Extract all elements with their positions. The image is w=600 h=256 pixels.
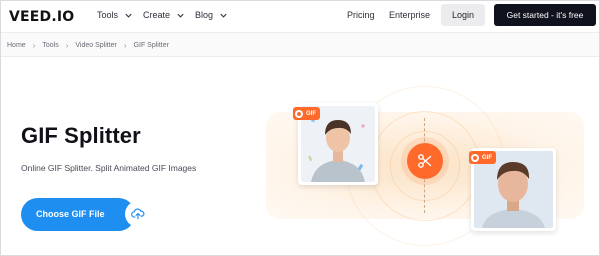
gif-badge-left: GIF xyxy=(293,107,320,120)
top-nav: VEED.IO Tools Create Blog Pricing Enterp… xyxy=(1,1,599,32)
gif-badge-right: GIF xyxy=(469,151,496,164)
nav-create-label: Create xyxy=(143,10,171,20)
chevron-down-icon xyxy=(220,13,227,18)
gif-badge-icon xyxy=(471,153,479,162)
breadcrumb-home[interactable]: Home xyxy=(7,42,26,49)
breadcrumb-video-splitter[interactable]: Video Splitter xyxy=(75,42,117,49)
nav-tools-label: Tools xyxy=(97,10,119,20)
nav-create[interactable]: Create xyxy=(143,10,185,20)
page-frame: VEED.IO Tools Create Blog Pricing Enterp… xyxy=(0,0,600,256)
page-title: GIF Splitter xyxy=(21,123,141,148)
choose-gif-file-button[interactable]: Choose GIF File xyxy=(21,198,151,231)
breadcrumb-tools[interactable]: Tools xyxy=(42,42,58,49)
gif-badge-icon xyxy=(295,109,303,118)
nav-enterprise[interactable]: Enterprise xyxy=(389,10,430,20)
breadcrumb-separator-icon: › xyxy=(65,41,69,50)
gif-badge-label: GIF xyxy=(306,110,316,117)
nav-blog-label: Blog xyxy=(195,10,214,20)
breadcrumb-separator-icon: › xyxy=(123,41,127,50)
upload-icon xyxy=(125,201,151,227)
nav-pricing[interactable]: Pricing xyxy=(347,10,375,20)
get-started-button[interactable]: Get started - it's free xyxy=(494,4,596,26)
breadcrumb-bar: Home › Tools › Video Splitter › GIF Spli… xyxy=(1,32,599,57)
page-subtitle: Online GIF Splitter. Split Animated GIF … xyxy=(21,163,197,173)
scissors-icon xyxy=(407,143,443,179)
login-button[interactable]: Login xyxy=(441,4,485,26)
chevron-down-icon xyxy=(125,13,132,18)
chevron-down-icon xyxy=(177,13,184,18)
nav-tools[interactable]: Tools xyxy=(97,10,133,20)
breadcrumb: Home › Tools › Video Splitter › GIF Spli… xyxy=(7,41,169,50)
veed-logo[interactable]: VEED.IO xyxy=(9,9,74,25)
breadcrumb-gif-splitter: GIF Splitter xyxy=(133,42,169,49)
gif-badge-label: GIF xyxy=(482,154,492,161)
choose-gif-file-label: Choose GIF File xyxy=(36,209,105,219)
nav-blog[interactable]: Blog xyxy=(195,10,228,20)
breadcrumb-separator-icon: › xyxy=(32,41,36,50)
